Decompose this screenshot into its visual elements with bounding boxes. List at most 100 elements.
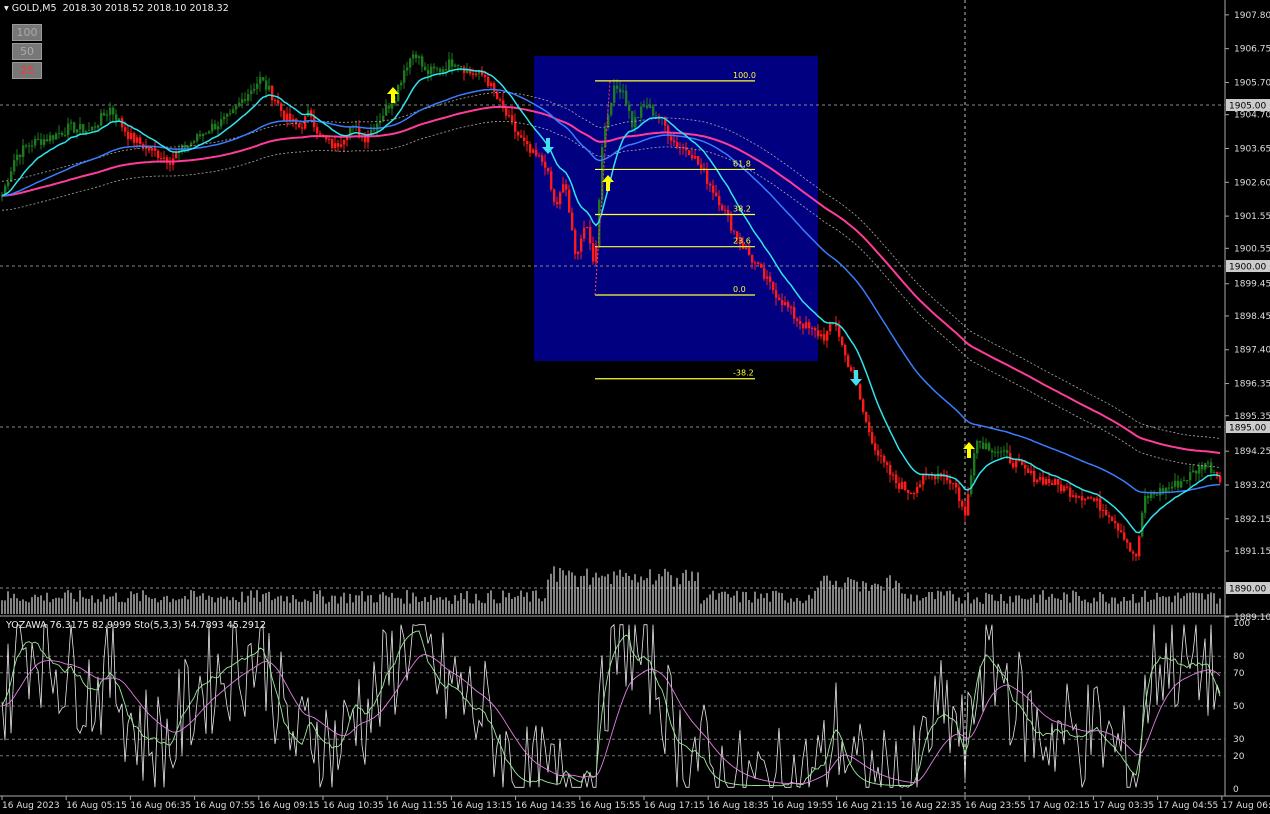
x-tick-label: 16 Aug 18:35 xyxy=(708,801,769,811)
candle-body xyxy=(58,133,61,135)
price-tag-label: 1900.00 xyxy=(1229,263,1266,273)
candle-body xyxy=(583,227,586,239)
sub-level-label: 20 xyxy=(1233,752,1245,762)
candle-body xyxy=(991,450,994,453)
candle-body xyxy=(1147,495,1150,499)
candle-body xyxy=(607,114,610,128)
candle-body xyxy=(259,77,262,84)
x-tick-label: 17 Aug 03:35 xyxy=(1093,801,1154,811)
candle-body xyxy=(1198,465,1201,474)
candle-body xyxy=(670,136,673,141)
candle-body xyxy=(1183,480,1186,482)
fib-level-label: -38.2 xyxy=(733,369,754,378)
candle-body xyxy=(268,85,271,90)
candle-body xyxy=(286,113,289,121)
candle-body xyxy=(64,135,67,137)
candle-body xyxy=(16,154,19,161)
y-tick-label: 1905.70 xyxy=(1234,78,1270,88)
button-25[interactable]: 25 xyxy=(12,62,42,79)
button-50[interactable]: 50 xyxy=(12,43,42,60)
candle-body xyxy=(652,105,655,116)
button-100[interactable]: 100 xyxy=(12,24,42,41)
x-tick-label: 16 Aug 17:15 xyxy=(644,801,705,811)
candle-body xyxy=(1045,479,1048,485)
candle-body xyxy=(1114,520,1117,524)
chart-canvas[interactable]: 1905.001900.001895.001890.001907.801906.… xyxy=(0,0,1270,814)
fib-level-label: 23.6 xyxy=(733,237,751,246)
candle-body xyxy=(505,108,508,116)
price-tag-label: 1890.00 xyxy=(1229,585,1266,595)
x-tick-label: 16 Aug 05:15 xyxy=(66,801,127,811)
candle-body xyxy=(430,66,433,75)
candle-body xyxy=(757,262,760,265)
candle-body xyxy=(775,290,778,298)
candle-body xyxy=(1042,477,1045,485)
candle-body xyxy=(850,367,853,371)
y-tick-label: 1901.55 xyxy=(1234,212,1270,222)
candle-body xyxy=(619,88,622,93)
candle-body xyxy=(544,161,547,168)
candle-body xyxy=(883,455,886,463)
candle-body xyxy=(877,450,880,456)
candle-body xyxy=(763,267,766,279)
candle-body xyxy=(325,136,328,140)
candle-body xyxy=(793,307,796,319)
candle-body xyxy=(586,227,589,229)
candle-body xyxy=(1051,482,1054,485)
y-tick-label: 1902.60 xyxy=(1234,178,1270,188)
candle-body xyxy=(1144,495,1147,513)
candle-body xyxy=(70,122,73,124)
candle-body xyxy=(715,192,718,196)
candle-body xyxy=(418,56,421,59)
x-tick-label: 16 Aug 07:55 xyxy=(195,801,256,811)
candle-body xyxy=(895,474,898,484)
candle-body xyxy=(790,307,793,309)
candle-body xyxy=(223,116,226,120)
candle-body xyxy=(103,112,106,116)
candle-body xyxy=(385,105,388,116)
candle-body xyxy=(43,139,46,145)
candle-body xyxy=(1084,498,1087,501)
candle-body xyxy=(1066,486,1069,488)
candle-body xyxy=(967,494,970,516)
candle-body xyxy=(247,94,250,101)
fib-level-label: 100.0 xyxy=(733,71,756,80)
y-tick-label: 1893.20 xyxy=(1234,481,1270,491)
candle-body xyxy=(1174,480,1177,487)
y-tick-label: 1897.40 xyxy=(1234,346,1270,356)
candle-body xyxy=(1024,464,1027,469)
candle-body xyxy=(952,483,955,485)
candle-body xyxy=(202,133,205,137)
candle-body xyxy=(112,107,115,115)
chart-title: ▾ GOLD,M5 2018.30 2018.52 2018.10 2018.3… xyxy=(4,3,229,14)
candle-body xyxy=(538,155,541,157)
candle-body xyxy=(1108,515,1111,518)
candle-body xyxy=(1111,517,1114,521)
candle-body xyxy=(955,483,958,488)
candle-body xyxy=(976,440,979,454)
candle-body xyxy=(49,135,52,142)
y-tick-label: 1896.35 xyxy=(1234,380,1270,390)
candle-body xyxy=(1177,480,1180,488)
candle-body xyxy=(970,475,973,495)
x-tick-label: 16 Aug 13:15 xyxy=(451,801,512,811)
candle-body xyxy=(235,106,238,110)
candle-body xyxy=(745,247,748,249)
candle-body xyxy=(151,148,154,151)
candle-body xyxy=(445,69,448,71)
candle-body xyxy=(1195,470,1198,474)
candle-body xyxy=(616,85,619,89)
candle-body xyxy=(424,66,427,71)
candle-body xyxy=(337,143,340,147)
candle-body xyxy=(985,443,988,449)
candle-body xyxy=(724,209,727,211)
candle-body xyxy=(772,281,775,291)
candle-body xyxy=(688,150,691,155)
candle-body xyxy=(730,214,733,231)
candle-body xyxy=(136,137,139,143)
y-tick-label: 1894.25 xyxy=(1234,447,1270,457)
candle-body xyxy=(262,77,265,81)
candle-body xyxy=(97,125,100,128)
candle-body xyxy=(211,123,214,132)
candle-body xyxy=(400,82,403,86)
